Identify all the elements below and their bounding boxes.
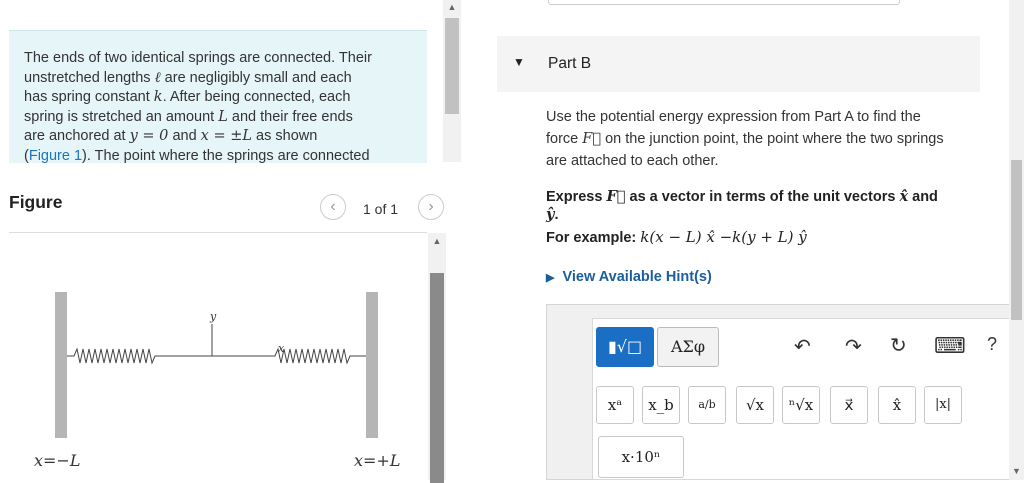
label-plus-L: x=+L — [354, 451, 400, 470]
help-icon[interactable]: ? — [987, 334, 997, 355]
label-minus-L: x=−L — [34, 451, 80, 470]
reset-icon[interactable]: ↻ — [890, 333, 907, 358]
scroll-down-icon[interactable]: ▼ — [1009, 466, 1024, 476]
fraction-button[interactable]: a/b — [688, 386, 726, 424]
problem-line: spring is stretched an amount L and thei… — [24, 108, 353, 125]
caret-down-icon[interactable]: ▼ — [513, 55, 525, 69]
figure-next-button[interactable]: › — [418, 194, 444, 220]
previous-answer-box-edge — [548, 0, 900, 5]
superscript-button[interactable]: xᵃ — [596, 386, 634, 424]
example-answer: For example: k(x − L) x̂ −k(y + L) ŷ — [546, 228, 807, 246]
figure-heading: Figure — [9, 192, 63, 212]
express-instruction: Express F⃗ as a vector in terms of the u… — [546, 188, 938, 223]
chevron-right-icon: › — [428, 198, 434, 215]
chevron-left-icon: ‹ — [330, 198, 336, 215]
figure-link[interactable]: Figure 1 — [29, 148, 82, 163]
problem-scroll-thumb[interactable] — [445, 18, 459, 114]
scroll-up-icon[interactable]: ▲ — [429, 236, 445, 246]
part-instruction: Use the potential energy expression from… — [546, 109, 944, 169]
caret-right-icon: ▶ — [546, 272, 555, 284]
templates-mode-button[interactable]: ▮√□ — [596, 327, 654, 367]
problem-line: has spring constant k. After being conne… — [24, 89, 351, 106]
left-wall — [55, 292, 67, 438]
view-hints-link[interactable]: ▶ View Available Hint(s) — [546, 269, 712, 285]
problem-line: unstretched lengths ℓ are negligibly sma… — [24, 69, 352, 86]
scroll-up-icon[interactable]: ▲ — [444, 2, 460, 12]
vector-button[interactable]: x⃗ — [830, 386, 868, 424]
spring-figure: y x x=−L x=+L — [34, 292, 400, 470]
problem-text: The ends of two identical springs are co… — [24, 49, 416, 163]
page-scroll-thumb[interactable] — [1011, 160, 1022, 320]
keyboard-icon[interactable]: ⌨ — [934, 333, 966, 359]
problem-line: are anchored at y = 0 and x = ±L as show… — [24, 128, 318, 145]
figure-divider — [9, 232, 427, 233]
unit-vector-button[interactable]: x̂ — [878, 386, 916, 424]
problem-line: (Figure 1). The point where the springs … — [24, 147, 370, 163]
subscript-button[interactable]: x_b — [642, 386, 680, 424]
part-title: Part B — [548, 55, 592, 72]
problem-line: The ends of two identical springs are co… — [24, 50, 372, 66]
absolute-value-button[interactable]: |x| — [924, 386, 962, 424]
figure-page-indicator: 1 of 1 — [363, 201, 399, 217]
nth-root-button[interactable]: ⁿ√x — [782, 386, 820, 424]
left-spring — [67, 347, 212, 365]
figure-scroll-thumb[interactable] — [430, 273, 444, 483]
sqrt-button[interactable]: √x — [736, 386, 774, 424]
problem-scrollbar[interactable]: ▲ — [443, 0, 461, 162]
figure-scrollbar[interactable]: ▲ — [428, 233, 446, 483]
symbols-mode-button[interactable]: ΑΣφ — [657, 327, 719, 367]
redo-icon[interactable]: ↷ — [845, 334, 862, 359]
figure-prev-button[interactable]: ‹ — [320, 194, 346, 220]
y-axis-label: y — [209, 310, 217, 323]
undo-icon[interactable]: ↶ — [794, 334, 811, 359]
x-axis-label: x — [278, 342, 285, 355]
page-scrollbar[interactable]: ▼ — [1009, 0, 1024, 480]
problem-statement-panel: The ends of two identical springs are co… — [9, 30, 427, 163]
right-wall — [366, 292, 378, 438]
scientific-notation-button[interactable]: x·10ⁿ — [598, 436, 684, 478]
